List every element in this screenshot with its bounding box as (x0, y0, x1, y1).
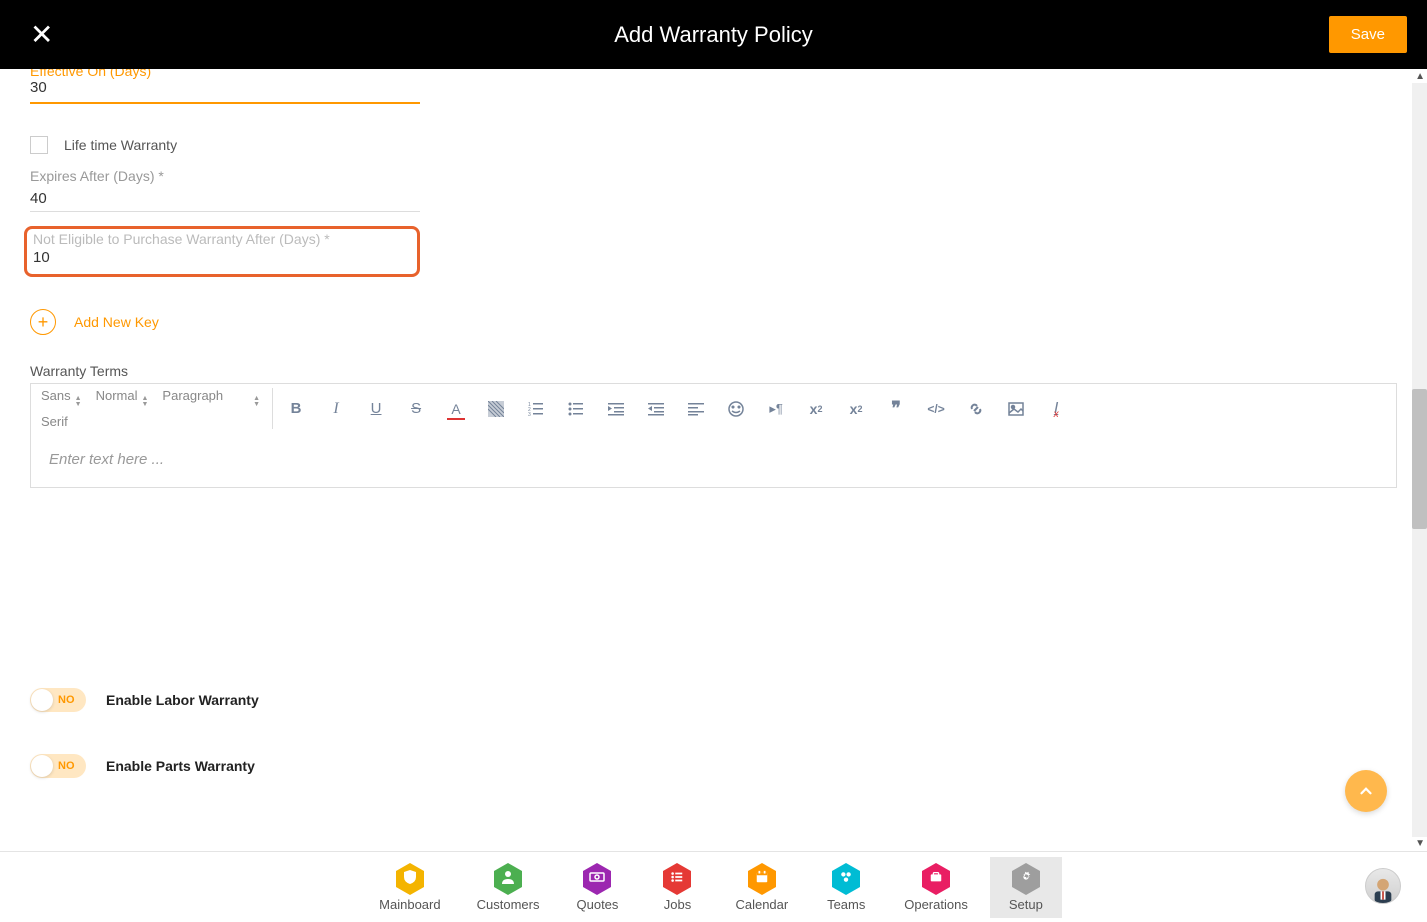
user-avatar[interactable] (1365, 868, 1401, 904)
link-icon[interactable] (967, 400, 985, 418)
nav-jobs[interactable]: Jobs (641, 857, 713, 918)
scroll-to-top-button[interactable] (1345, 770, 1387, 812)
modal-header: ✕ Add Warranty Policy Save (0, 0, 1427, 69)
nav-teams[interactable]: Teams (810, 857, 882, 918)
nav-quotes[interactable]: Quotes (561, 857, 633, 918)
highlight-icon[interactable] (487, 400, 505, 418)
labor-warranty-toggle[interactable]: NO (30, 688, 86, 712)
calendar-icon (755, 870, 769, 887)
scrollbar-thumb[interactable] (1412, 389, 1427, 529)
lifetime-warranty-row: Life time Warranty (30, 136, 1397, 154)
list-icon (670, 870, 684, 887)
ordered-list-icon[interactable]: 123 (527, 400, 545, 418)
effective-on-value[interactable]: 30 (30, 79, 1397, 96)
align-left-icon[interactable] (687, 400, 705, 418)
unordered-list-icon[interactable] (567, 400, 585, 418)
nav-customers[interactable]: Customers (463, 857, 554, 918)
underline-icon[interactable]: U (367, 400, 385, 418)
not-eligible-group: Not Eligible to Purchase Warranty After … (24, 226, 420, 277)
strikethrough-icon[interactable]: S (407, 400, 425, 418)
expires-after-input[interactable] (30, 186, 420, 212)
bold-icon[interactable]: B (287, 400, 305, 418)
toolbar-icons: B I U S A 123 ▸¶ x2 x2 ❞ </> Ix (273, 400, 1065, 418)
effective-on-label: Effective On (Days) (30, 69, 1397, 79)
clear-format-icon[interactable]: Ix (1047, 400, 1065, 418)
add-new-key-button[interactable]: + Add New Key (30, 309, 1397, 335)
editor-toolbar: Sans▲▼ Normal▲▼ Paragraph▲▼ Serif B I U … (30, 383, 1397, 433)
briefcase-icon (929, 870, 943, 887)
toggle-no-label: NO (58, 694, 75, 706)
outdent-icon[interactable] (647, 400, 665, 418)
blockquote-icon[interactable]: ❞ (887, 400, 905, 418)
superscript-icon[interactable]: x2 (847, 400, 865, 418)
font-color-icon[interactable]: A (447, 400, 465, 418)
nav-setup[interactable]: Setup (990, 857, 1062, 918)
scroll-up-arrow[interactable]: ▲ (1415, 71, 1425, 82)
expires-after-group: Expires After (Days) * (30, 168, 420, 212)
font-size-select[interactable]: Normal▲▼ (96, 388, 149, 408)
editor-body[interactable]: Enter text here ... (30, 433, 1397, 488)
nav-label: Mainboard (379, 897, 440, 912)
content-scroll[interactable]: ▲ ▼ Effective On (Days) 30 Life time War… (0, 69, 1427, 851)
nav-label: Calendar (735, 897, 788, 912)
labor-warranty-label: Enable Labor Warranty (106, 692, 259, 708)
chevron-up-icon (1362, 789, 1371, 794)
font-family-alt[interactable]: Serif (41, 414, 260, 429)
font-select-group: Sans▲▼ Normal▲▼ Paragraph▲▼ Serif (41, 388, 273, 429)
effective-on-underline (30, 102, 420, 104)
nav-label: Teams (827, 897, 865, 912)
person-icon (500, 869, 516, 888)
parts-warranty-toggle[interactable]: NO (30, 754, 86, 778)
italic-icon[interactable]: I (327, 400, 345, 418)
plus-icon: + (30, 309, 56, 335)
svg-text:3: 3 (528, 412, 531, 417)
nav-label: Setup (1009, 897, 1043, 912)
lifetime-label: Life time Warranty (64, 137, 177, 153)
toggle-knob (31, 689, 53, 711)
emoji-icon[interactable] (727, 400, 745, 418)
code-icon[interactable]: </> (927, 400, 945, 418)
parts-warranty-row: NO Enable Parts Warranty (30, 754, 1397, 778)
sort-arrows-icon: ▲▼ (75, 396, 82, 408)
labor-warranty-row: NO Enable Labor Warranty (30, 688, 1397, 712)
nav-label: Quotes (577, 897, 619, 912)
not-eligible-label: Not Eligible to Purchase Warranty After … (33, 231, 411, 247)
close-icon[interactable]: ✕ (20, 18, 63, 51)
add-new-key-label: Add New Key (74, 314, 159, 330)
indent-icon[interactable] (607, 400, 625, 418)
lifetime-checkbox[interactable] (30, 136, 48, 154)
image-icon[interactable] (1007, 400, 1025, 418)
scroll-down-arrow[interactable]: ▼ (1415, 838, 1425, 849)
shield-icon (402, 869, 418, 888)
toggle-knob (31, 755, 53, 777)
paragraph-select[interactable]: Paragraph▲▼ (162, 388, 260, 408)
bottom-nav: Mainboard Customers Quotes Jobs Calendar… (0, 851, 1427, 922)
expires-after-label: Expires After (Days) * (30, 168, 420, 184)
warranty-terms-label: Warranty Terms (30, 363, 1397, 379)
nav-label: Jobs (664, 897, 691, 912)
nav-calendar[interactable]: Calendar (721, 857, 802, 918)
nav-mainboard[interactable]: Mainboard (365, 857, 454, 918)
paragraph-direction-icon[interactable]: ▸¶ (767, 400, 785, 418)
nav-label: Customers (477, 897, 540, 912)
subscript-icon[interactable]: x2 (807, 400, 825, 418)
money-icon (589, 869, 605, 888)
editor-placeholder: Enter text here ... (49, 451, 164, 468)
save-button[interactable]: Save (1329, 16, 1407, 53)
toggle-no-label: NO (58, 760, 75, 772)
gear-icon (1019, 870, 1033, 887)
nav-label: Operations (904, 897, 968, 912)
sort-arrows-icon: ▲▼ (141, 396, 148, 408)
font-family-select[interactable]: Sans▲▼ (41, 388, 82, 408)
parts-warranty-label: Enable Parts Warranty (106, 758, 255, 774)
teams-icon (839, 870, 853, 887)
nav-operations[interactable]: Operations (890, 857, 982, 918)
sort-arrows-icon: ▲▼ (253, 396, 260, 408)
modal-title: Add Warranty Policy (614, 22, 812, 48)
not-eligible-value[interactable]: 10 (33, 249, 411, 266)
